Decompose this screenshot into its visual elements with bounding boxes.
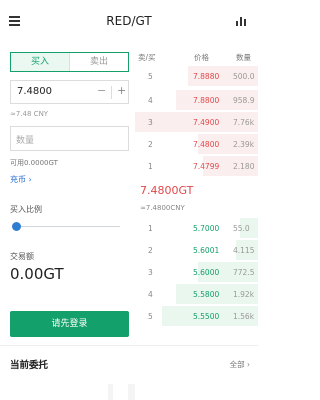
ask-index: 1 <box>148 162 153 171</box>
footer-bar <box>108 384 113 400</box>
last-price-cny: ≈7.4800CNY <box>140 204 185 212</box>
ask-row[interactable]: 1 7.4799 2.180 <box>135 156 258 176</box>
ratio-slider-track[interactable] <box>17 226 120 227</box>
ask-quantity: 958.9 <box>233 95 255 105</box>
bid-row[interactable]: 3 5.6000 772.5 <box>135 262 258 282</box>
ask-quantity: 500.0 <box>233 71 255 81</box>
increase-price-button[interactable]: + <box>117 84 126 97</box>
bid-price: 5.6000 <box>193 267 220 277</box>
bid-quantity: 1.56k <box>233 311 255 321</box>
ask-quantity: 7.76k <box>233 117 255 127</box>
trade-amount-value: 0.00GT <box>10 265 64 283</box>
price-stepper[interactable]: 7.4800 − + <box>10 80 129 104</box>
book-header-price: 价格 <box>194 53 209 62</box>
recharge-link[interactable]: 充币 › <box>10 174 32 185</box>
bid-row[interactable]: 2 5.6001 4.115 <box>135 240 258 260</box>
bid-quantity: 1.92k <box>233 289 255 299</box>
buy-ratio-label: 买入比例 <box>10 205 42 214</box>
last-price: 7.4800GT <box>140 184 194 197</box>
ask-row[interactable]: 4 7.8800 958.9 <box>135 90 258 110</box>
ask-row[interactable]: 3 7.4900 7.76k <box>135 112 258 132</box>
bar-chart-icon[interactable] <box>236 17 246 26</box>
bid-index: 4 <box>148 290 153 299</box>
ratio-slider-handle[interactable] <box>12 222 21 231</box>
price-cny-estimate: ≈7.48 CNY <box>10 110 49 118</box>
trade-amount-label: 交易额 <box>10 252 34 261</box>
ask-index: 5 <box>148 72 153 81</box>
buy-sell-toggle: 买入 卖出 <box>10 52 129 72</box>
ask-quantity: 2.180 <box>233 161 255 171</box>
quantity-placeholder: 数量 <box>16 136 35 146</box>
ask-price: 7.8800 <box>193 95 220 105</box>
available-balance: 可用0.0000GT <box>10 159 58 167</box>
bid-price: 5.6001 <box>193 245 220 255</box>
ask-row[interactable]: 2 7.4800 2.39k <box>135 134 258 154</box>
stepper-divider <box>111 86 112 99</box>
bid-quantity: 55.0 <box>233 223 250 233</box>
decrease-price-button[interactable]: − <box>97 84 106 97</box>
ask-price: 7.8880 <box>193 71 220 81</box>
bid-row[interactable]: 1 5.7000 55.0 <box>135 218 258 238</box>
ask-quantity: 2.39k <box>233 139 255 149</box>
tab-buy[interactable]: 买入 <box>11 53 69 71</box>
ask-index: 3 <box>148 118 153 127</box>
bid-quantity: 772.5 <box>233 267 255 277</box>
bid-index: 3 <box>148 268 153 277</box>
ask-price: 7.4900 <box>193 117 220 127</box>
quantity-field[interactable]: 数量 <box>10 126 129 151</box>
ask-index: 2 <box>148 140 153 149</box>
bid-index: 1 <box>148 224 153 233</box>
bid-price: 5.5800 <box>193 289 220 299</box>
section-divider <box>0 345 258 346</box>
bid-row[interactable]: 4 5.5800 1.92k <box>135 284 258 304</box>
price-input[interactable]: 7.4800 <box>17 86 52 97</box>
bid-index: 2 <box>148 246 153 255</box>
book-header-quantity: 数量 <box>236 53 251 62</box>
login-button[interactable]: 请先登录 <box>10 311 129 337</box>
market-title[interactable]: RED/GT <box>0 14 258 28</box>
all-orders-link[interactable]: 全部 › <box>230 359 250 370</box>
bid-price: 5.7000 <box>193 223 220 233</box>
ask-price: 7.4800 <box>193 139 220 149</box>
ask-price: 7.4799 <box>193 161 220 171</box>
bid-row[interactable]: 5 5.5500 1.56k <box>135 306 258 326</box>
top-bar: RED/GT <box>0 0 258 44</box>
bid-quantity: 4.115 <box>233 245 255 255</box>
bid-price: 5.5500 <box>193 311 220 321</box>
ask-row[interactable]: 5 7.8880 500.0 <box>135 66 258 86</box>
tab-sell[interactable]: 卖出 <box>69 53 128 71</box>
bid-index: 5 <box>148 312 153 321</box>
footer-bar <box>128 384 135 400</box>
book-header-side: 卖/买 <box>138 53 156 62</box>
ask-index: 4 <box>148 96 153 105</box>
current-orders-title: 当前委托 <box>10 360 49 371</box>
